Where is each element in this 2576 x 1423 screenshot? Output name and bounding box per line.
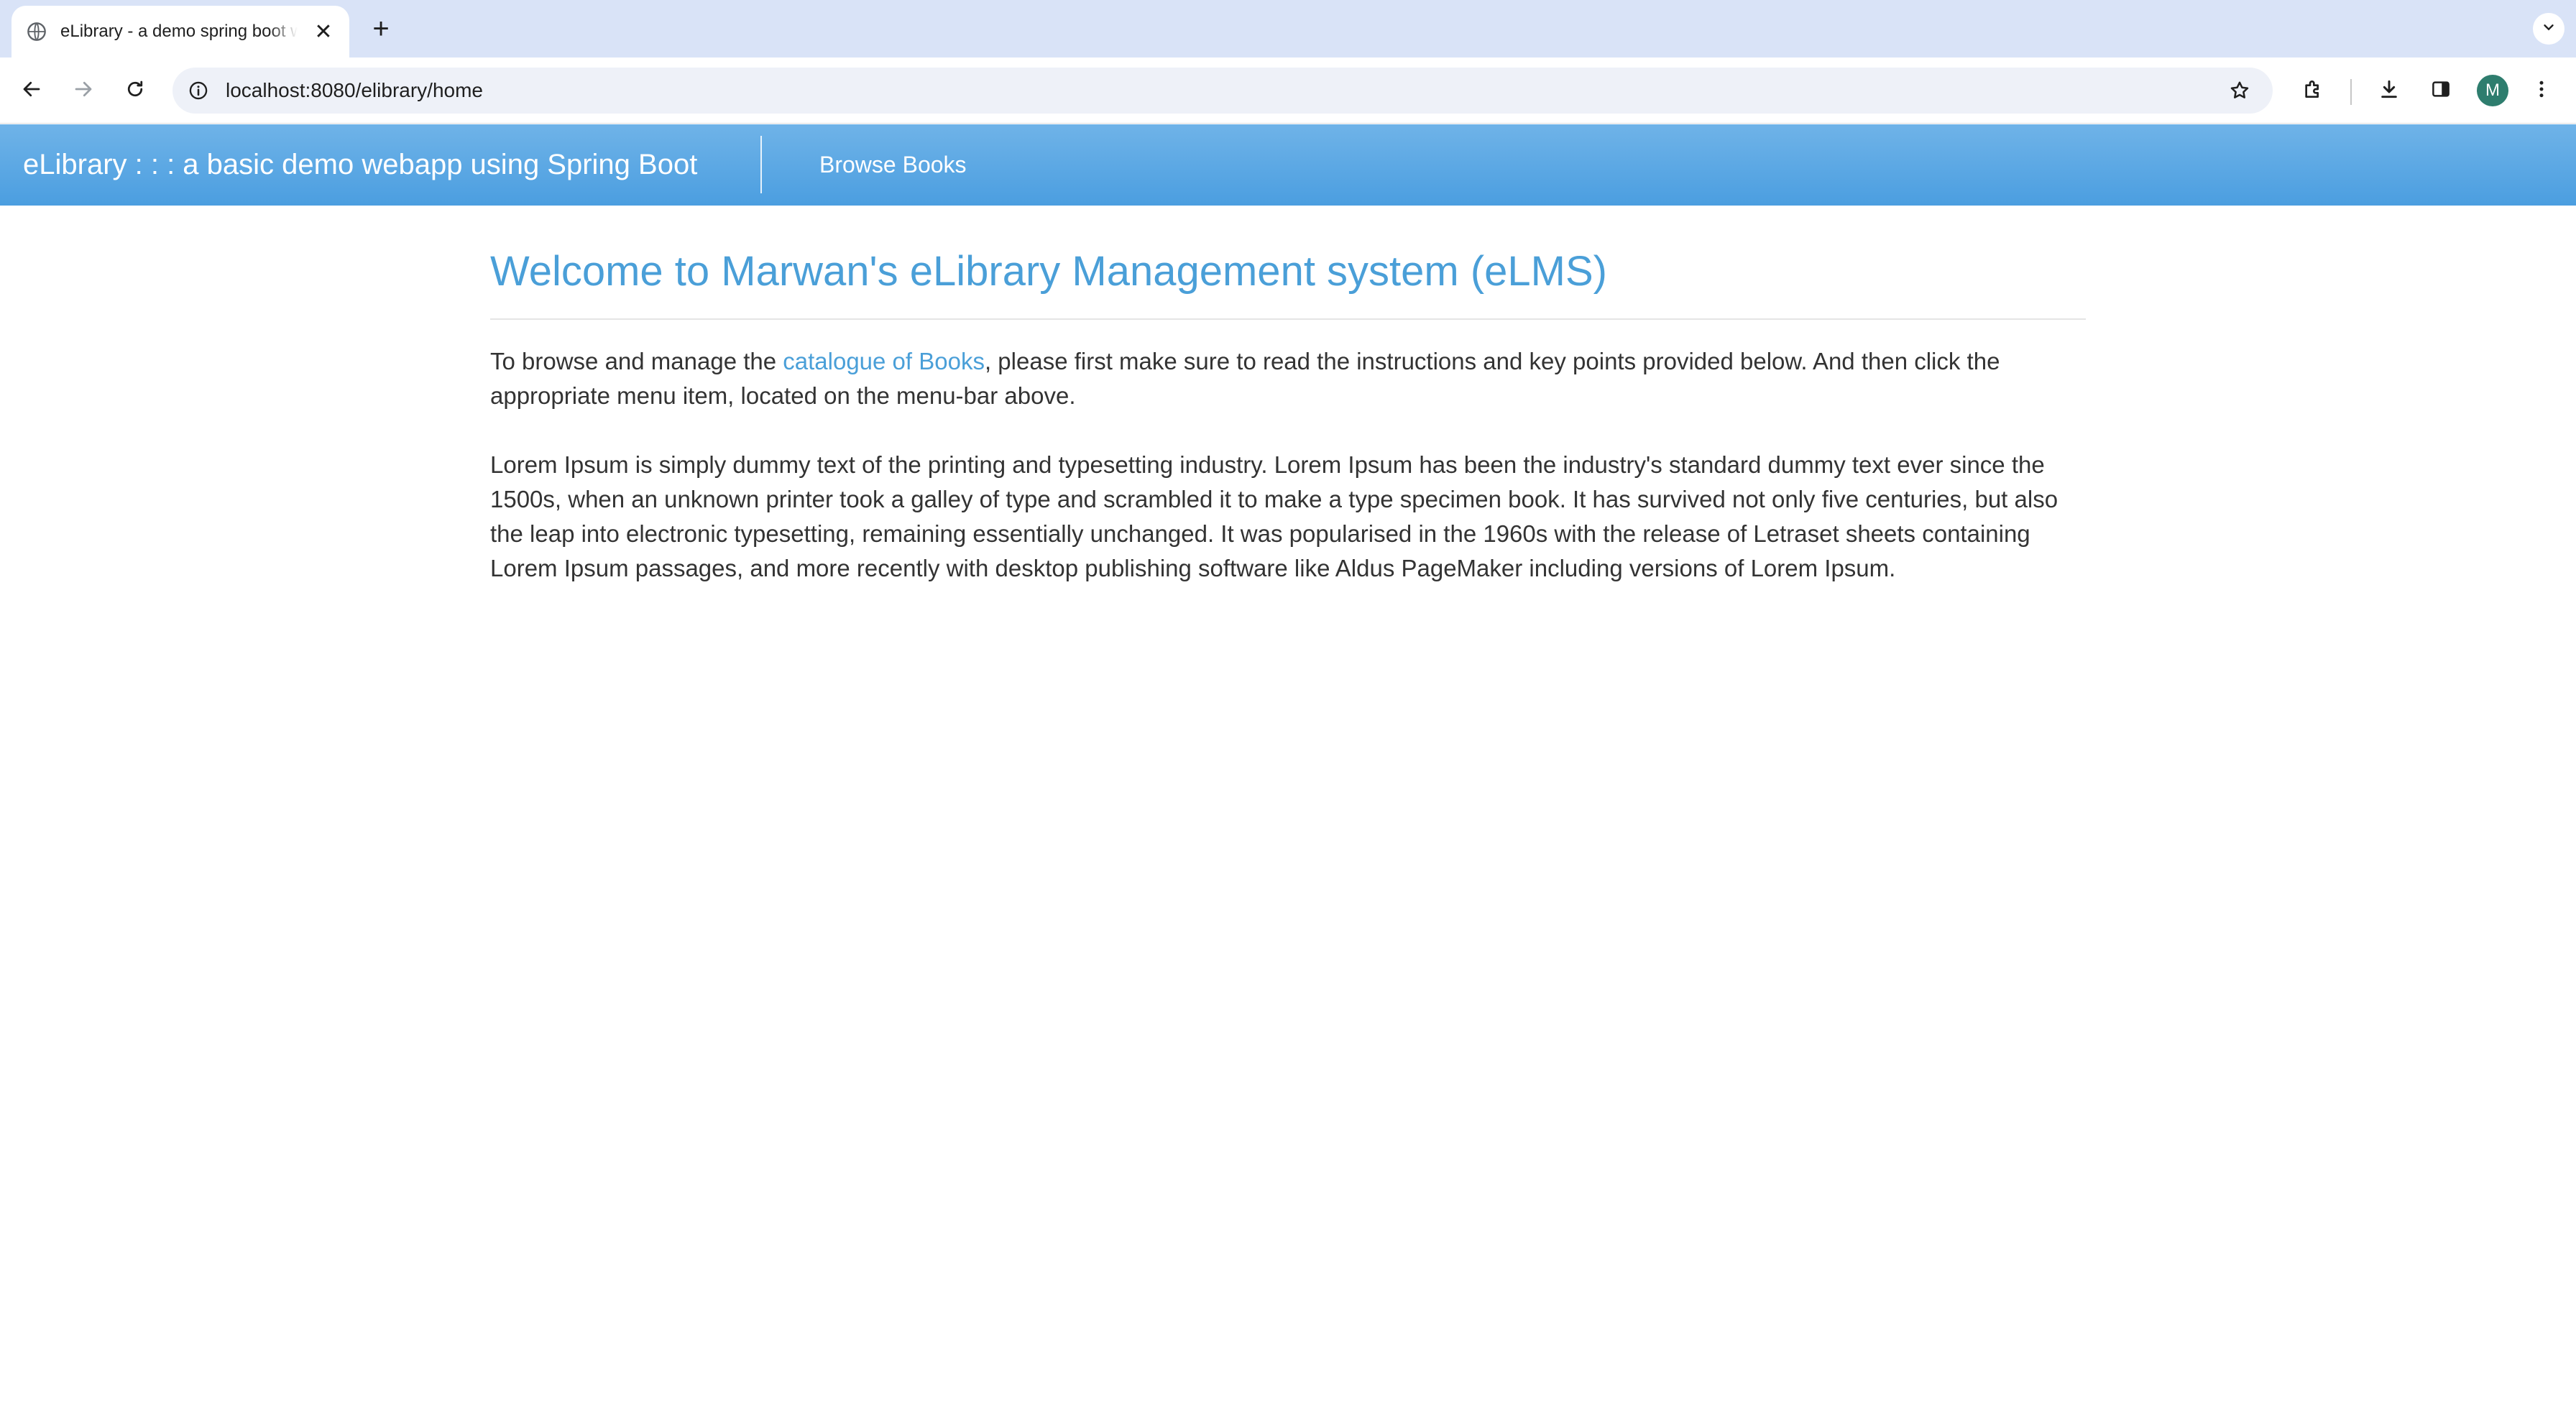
reload-icon	[124, 78, 146, 103]
page-title: Welcome to Marwan's eLibrary Management …	[490, 244, 2086, 321]
close-icon[interactable]: ✕	[312, 20, 335, 44]
arrow-right-icon	[73, 78, 94, 103]
navbar-divider	[760, 136, 762, 193]
catalogue-link[interactable]: catalogue of Books	[783, 348, 985, 374]
side-panel-button[interactable]	[2424, 73, 2458, 108]
forward-button[interactable]	[66, 73, 101, 108]
puzzle-icon	[2301, 78, 2324, 104]
intro-paragraph: To browse and manage the catalogue of Bo…	[490, 344, 2086, 413]
lorem-paragraph: Lorem Ipsum is simply dummy text of the …	[490, 451, 2058, 582]
extensions-button[interactable]	[2296, 73, 2330, 108]
download-icon	[2378, 78, 2401, 104]
downloads-button[interactable]	[2372, 73, 2406, 108]
arrow-left-icon	[21, 78, 42, 103]
app-navbar: eLibrary : : : a basic demo webapp using…	[0, 124, 2576, 206]
tab-search-button[interactable]	[2533, 13, 2564, 45]
profile-avatar[interactable]: M	[2477, 75, 2508, 106]
chevron-down-icon	[2541, 19, 2557, 39]
nav-link-browse-books[interactable]: Browse Books	[819, 124, 967, 206]
tab-title: eLibrary - a demo spring boot webapp	[60, 22, 298, 41]
main-content: Welcome to Marwan's eLibrary Management …	[490, 244, 2086, 586]
globe-icon	[26, 21, 47, 42]
new-tab-button[interactable]: +	[365, 13, 397, 45]
info-icon[interactable]	[184, 76, 213, 105]
reload-button[interactable]	[118, 73, 152, 108]
browser-toolbar: localhost:8080/elibrary/home	[0, 57, 2576, 124]
navbar-brand[interactable]: eLibrary : : : a basic demo webapp using…	[23, 124, 697, 206]
back-button[interactable]	[14, 73, 49, 108]
star-icon[interactable]	[2225, 76, 2254, 105]
browser-tab[interactable]: eLibrary - a demo spring boot webapp ✕	[12, 6, 349, 57]
address-bar[interactable]: localhost:8080/elibrary/home	[172, 68, 2273, 114]
kebab-menu-icon	[2531, 78, 2552, 103]
toolbar-divider	[2350, 79, 2352, 105]
menu-button[interactable]	[2524, 73, 2559, 108]
side-panel-icon	[2430, 78, 2452, 103]
browser-tabstrip: eLibrary - a demo spring boot webapp ✕ +	[0, 0, 2576, 57]
intro-text-before: To browse and manage the	[490, 348, 783, 375]
url-text[interactable]: localhost:8080/elibrary/home	[226, 79, 483, 102]
